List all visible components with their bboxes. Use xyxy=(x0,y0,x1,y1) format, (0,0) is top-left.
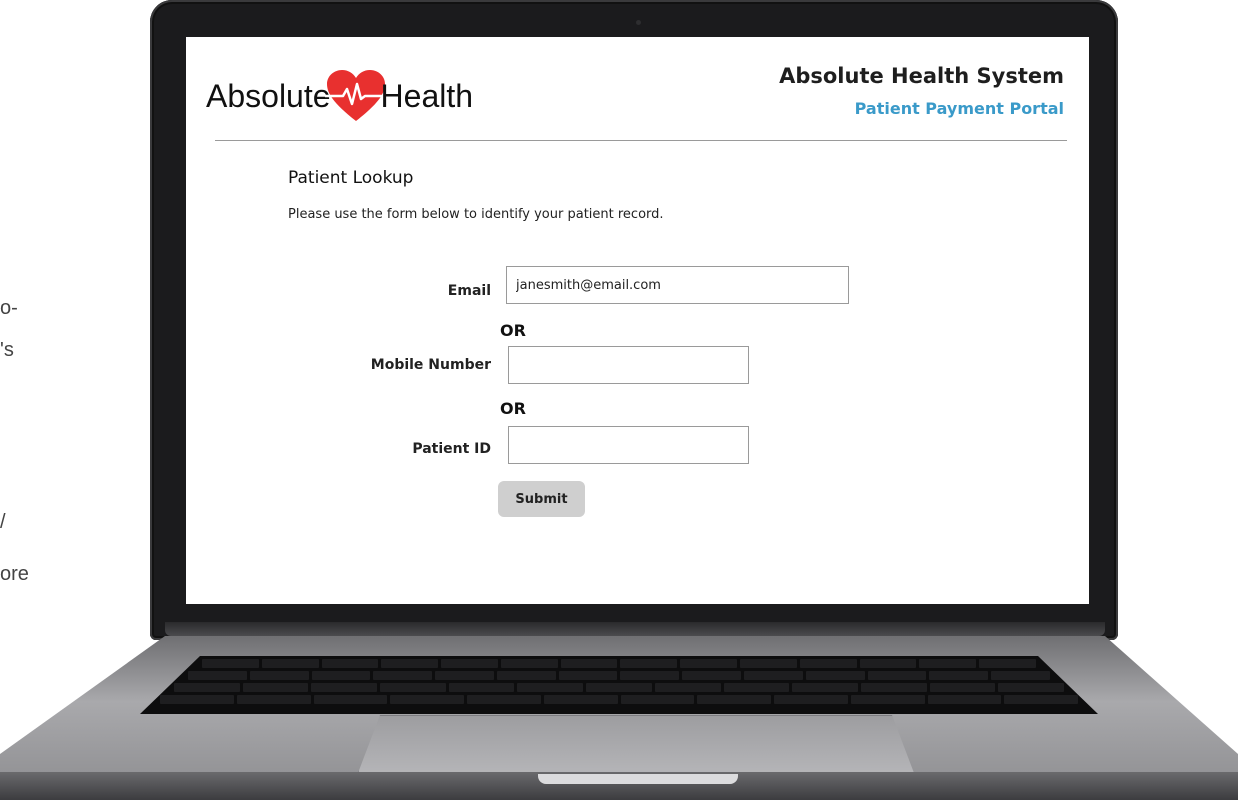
or-separator: OR xyxy=(500,399,526,418)
laptop-hinge xyxy=(165,622,1105,636)
portal-subtitle: Patient Payment Portal xyxy=(854,99,1064,118)
patient-id-field[interactable] xyxy=(508,426,749,464)
background-text-line: / xyxy=(0,511,6,533)
email-label: Email xyxy=(447,283,491,299)
laptop-screen: Absolute Health Absolute Health System P… xyxy=(186,37,1089,604)
patient-id-label: Patient ID xyxy=(412,441,491,457)
submit-button[interactable]: Submit xyxy=(498,481,585,517)
logo-text-right: Health xyxy=(380,77,474,114)
page-description: Please use the form below to identify yo… xyxy=(288,207,664,222)
mobile-number-label: Mobile Number xyxy=(370,357,491,373)
laptop-trackpad xyxy=(358,715,914,773)
laptop-keyboard xyxy=(140,656,1098,714)
background-text-line: 's xyxy=(0,339,14,361)
or-separator: OR xyxy=(500,321,526,340)
page-title: Patient Lookup xyxy=(288,168,414,188)
mobile-number-field[interactable] xyxy=(508,346,749,384)
brand-logo: Absolute Health xyxy=(206,69,473,123)
background-text-line: ore xyxy=(0,563,29,585)
header-divider xyxy=(215,140,1067,141)
camera-icon xyxy=(636,20,641,25)
heart-pulse-icon xyxy=(324,70,387,121)
background-text-line: o- xyxy=(0,297,18,319)
email-field[interactable] xyxy=(506,266,849,304)
laptop-notch xyxy=(538,774,738,784)
system-title: Absolute Health System xyxy=(779,64,1064,88)
logo-text-left: Absolute xyxy=(206,77,331,114)
